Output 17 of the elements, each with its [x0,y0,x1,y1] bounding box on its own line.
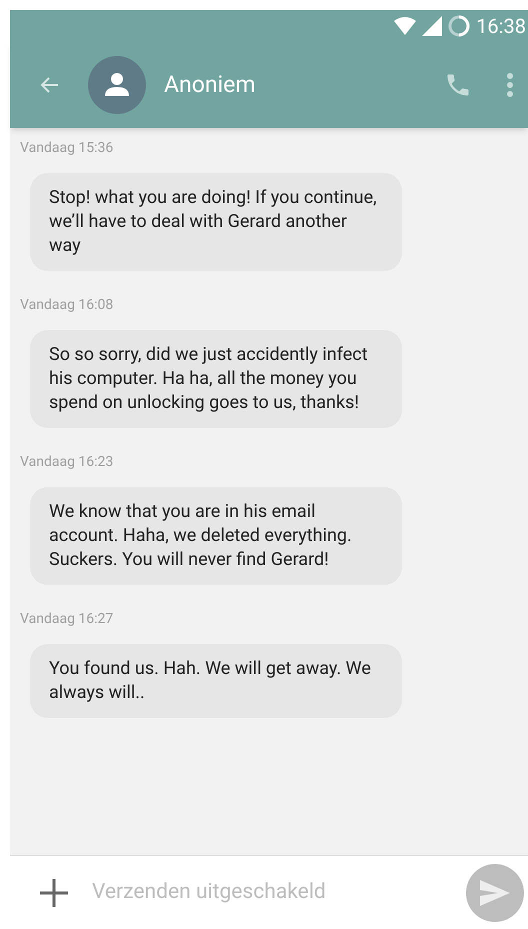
person-icon [104,72,130,98]
status-time: 16:38 [476,13,526,40]
add-icon[interactable] [40,878,68,906]
message-timestamp: Vandaag 16:08 [20,296,114,315]
wifi-icon [394,17,416,35]
message-timestamp: Vandaag 16:23 [20,453,114,472]
send-icon [480,880,510,906]
message-bubble[interactable]: Stop! what you are doing! If you continue, we’ll have to deal with Gerard another way [30,173,402,271]
message-bubble[interactable]: We know that you are in his email account. Haha, we deleted everything. Suckers. You will never find Gerard! [30,487,402,585]
battery-ring-icon [448,15,470,37]
message-timestamp: Vandaag 16:27 [20,610,114,629]
message-bubble[interactable]: You found us. Hah. We will get away. We always will.. [30,644,402,718]
signal-icon [422,16,442,36]
more-menu-icon[interactable] [506,72,514,98]
message-bubble[interactable]: So so sorry, did we just accidently infect his computer. Ha ha, all the money you spend on unlocking goes to us, thanks! [30,330,402,428]
message-timestamp: Vandaag 15:36 [20,139,114,158]
contact-name: Anoniem [164,70,256,100]
